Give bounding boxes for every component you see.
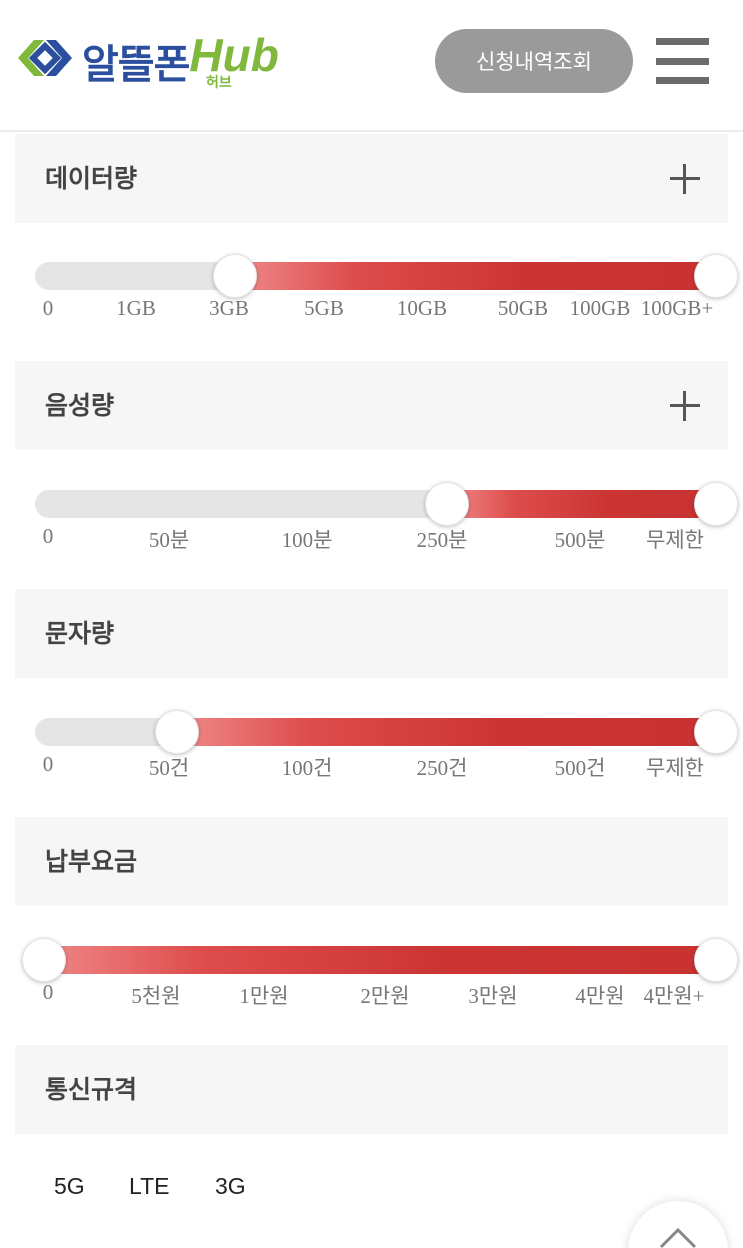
slider-ticks: 0 50분 100분 250분 500분 무제한 xyxy=(0,524,743,554)
tick-label: 5GB xyxy=(304,296,344,320)
section-title: 통신규격 xyxy=(45,1075,138,1104)
slider-selected-range xyxy=(235,262,716,290)
data-amount-slider[interactable] xyxy=(35,254,738,298)
slider-max-handle[interactable] xyxy=(694,482,738,526)
application-history-button[interactable]: 신청내역조회 xyxy=(435,29,633,93)
tick-label: 무제한 xyxy=(646,756,704,780)
section-monthly-fee[interactable]: 납부요금 xyxy=(15,817,728,906)
tick-label: 250분 xyxy=(416,528,468,552)
tick-label: 0 xyxy=(42,524,54,548)
tick-label: 50건 xyxy=(148,756,190,780)
slider-ticks: 0 5천원 1만원 2만원 3만원 4만원 4만원+ xyxy=(0,980,743,1010)
slider-selected-range xyxy=(35,946,716,974)
tick-label: 2만원 xyxy=(360,984,410,1008)
tick-label: 100GB+ xyxy=(640,296,714,320)
tick-label: 4만원 xyxy=(575,984,625,1008)
slider-selected-range xyxy=(447,490,716,518)
logo-hub-text: Hub xyxy=(189,29,279,81)
slider-max-handle[interactable] xyxy=(694,938,738,982)
tick-label: 50GB xyxy=(497,296,549,320)
app-header: 알뜰폰Hub 허브 신청내역조회 xyxy=(0,0,743,132)
section-voice-amount[interactable]: 음성량 xyxy=(15,361,728,450)
tick-label: 1GB xyxy=(116,296,156,320)
slider-min-handle[interactable] xyxy=(22,938,66,982)
section-sms-amount[interactable]: 문자량 xyxy=(15,589,728,678)
sms-amount-slider[interactable] xyxy=(35,710,738,754)
tick-label: 500분 xyxy=(554,528,606,552)
plus-icon[interactable] xyxy=(670,391,700,421)
slider-min-handle[interactable] xyxy=(213,254,257,298)
tick-label: 50분 xyxy=(148,528,190,552)
chevron-up-icon xyxy=(659,1227,697,1248)
section-network-type[interactable]: 통신규격 xyxy=(15,1045,728,1134)
logo[interactable]: 알뜰폰Hub 허브 xyxy=(14,29,279,91)
monthly-fee-slider[interactable] xyxy=(22,938,738,982)
tick-label: 10GB xyxy=(396,296,448,320)
logo-text: 알뜰폰 xyxy=(82,42,190,88)
hamburger-menu-icon[interactable] xyxy=(656,38,709,84)
tick-label: 500건 xyxy=(554,756,606,780)
slider-min-handle[interactable] xyxy=(425,482,469,526)
slider-min-handle[interactable] xyxy=(155,710,199,754)
section-title: 문자량 xyxy=(45,619,115,648)
network-option-3g[interactable]: 3G xyxy=(215,1173,246,1200)
tick-label: 100GB xyxy=(569,296,631,320)
section-title: 음성량 xyxy=(45,391,115,420)
tick-label: 250건 xyxy=(416,756,468,780)
section-title: 납부요금 xyxy=(45,847,138,876)
tick-label: 4만원+ xyxy=(643,984,705,1008)
slider-max-handle[interactable] xyxy=(694,710,738,754)
slider-max-handle[interactable] xyxy=(694,254,738,298)
tick-label: 5천원 xyxy=(131,984,181,1008)
scroll-to-top-button[interactable] xyxy=(628,1201,728,1248)
tick-label: 0 xyxy=(42,296,54,320)
section-data-amount[interactable]: 데이터량 xyxy=(15,134,728,223)
tick-label: 0 xyxy=(42,980,54,1004)
slider-selected-range xyxy=(177,718,716,746)
tick-label: 3만원 xyxy=(468,984,518,1008)
plus-icon[interactable] xyxy=(670,164,700,194)
slider-ticks: 0 50건 100건 250건 500건 무제한 xyxy=(0,752,743,782)
section-title: 데이터량 xyxy=(45,164,138,193)
tick-label: 1만원 xyxy=(239,984,289,1008)
network-option-lte[interactable]: LTE xyxy=(129,1173,169,1200)
voice-amount-slider[interactable] xyxy=(35,482,738,526)
tick-label: 0 xyxy=(42,752,54,776)
logo-sub-text: 허브 xyxy=(206,75,232,91)
tick-label: 100건 xyxy=(281,756,333,780)
tick-label: 3GB xyxy=(209,296,249,320)
slider-ticks: 0 1GB 3GB 5GB 10GB 50GB 100GB 100GB+ xyxy=(0,296,743,326)
tick-label: 무제한 xyxy=(646,528,704,552)
tick-label: 100분 xyxy=(281,528,333,552)
network-option-5g[interactable]: 5G xyxy=(54,1173,85,1200)
logo-mark-icon xyxy=(18,40,72,76)
